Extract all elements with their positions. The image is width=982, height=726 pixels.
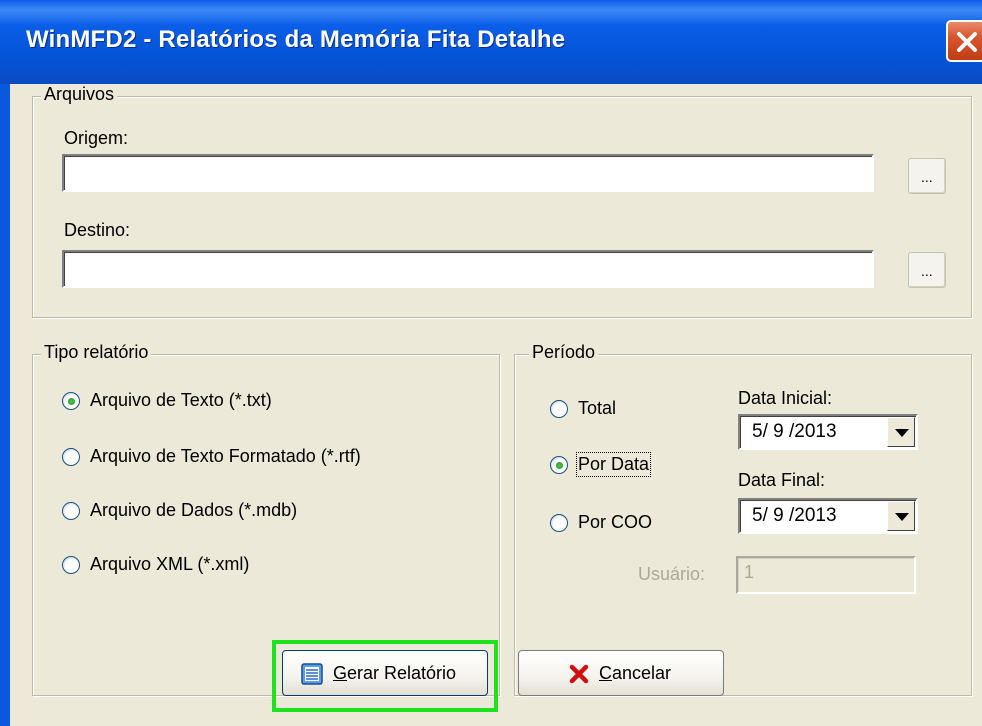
periodo-legend: Período [529,342,599,363]
radio-por-coo-indicator[interactable] [550,514,568,532]
radio-rtf-indicator[interactable] [62,448,80,466]
radio-mdb[interactable]: Arquivo de Dados (*.mdb) [62,500,362,524]
arquivos-legend: Arquivos [41,84,118,105]
data-final-picker[interactable]: 5/ 9 /2013 [738,498,918,534]
radio-txt[interactable]: Arquivo de Texto (*.txt) [62,390,362,414]
window-title: WinMFD2 - Relatórios da Memória Fita Det… [26,26,566,53]
close-button[interactable] [946,20,982,62]
report-icon [301,663,323,685]
dialog-body: Arquivos Origem: ... Destino: ... Tipo r… [10,84,982,726]
radio-por-coo[interactable]: Por COO [550,512,690,536]
radio-txt-indicator[interactable] [62,392,80,410]
cancel-x-icon [569,664,589,684]
usuario-label: Usuário: [638,564,706,584]
data-inicial-picker[interactable]: 5/ 9 /2013 [738,414,918,450]
radio-rtf[interactable]: Arquivo de Texto Formatado (*.rtf) [62,446,422,470]
radio-xml-indicator[interactable] [62,556,80,574]
origem-browse-button[interactable]: ... [908,158,946,194]
destino-input[interactable] [62,250,874,288]
radio-mdb-indicator[interactable] [62,502,80,520]
tipo-relatorio-legend: Tipo relatório [41,342,152,363]
radio-por-data-indicator[interactable] [550,456,568,474]
data-inicial-label: Data Inicial: [738,388,833,408]
data-final-label: Data Final: [738,470,826,490]
dialog-window: WinMFD2 - Relatórios da Memória Fita Det… [0,0,982,726]
origem-label: Origem: [64,128,129,148]
cancelar-button[interactable]: Cancelar [518,650,724,696]
destino-browse-button[interactable]: ... [908,252,946,288]
close-icon [957,32,977,52]
usuario-input[interactable]: 1 [736,556,916,594]
radio-xml[interactable]: Arquivo XML (*.xml) [62,554,362,578]
gerar-relatorio-button[interactable]: Gerar Relatório [282,650,488,696]
chevron-down-icon[interactable] [887,417,915,447]
chevron-down-icon[interactable] [887,501,915,531]
radio-total[interactable]: Total [550,398,670,422]
title-bar[interactable]: WinMFD2 - Relatórios da Memória Fita Det… [0,0,982,84]
radio-por-data[interactable]: Por Data [550,452,690,478]
radio-total-indicator[interactable] [550,400,568,418]
origem-input[interactable] [62,154,874,192]
destino-label: Destino: [64,220,131,240]
